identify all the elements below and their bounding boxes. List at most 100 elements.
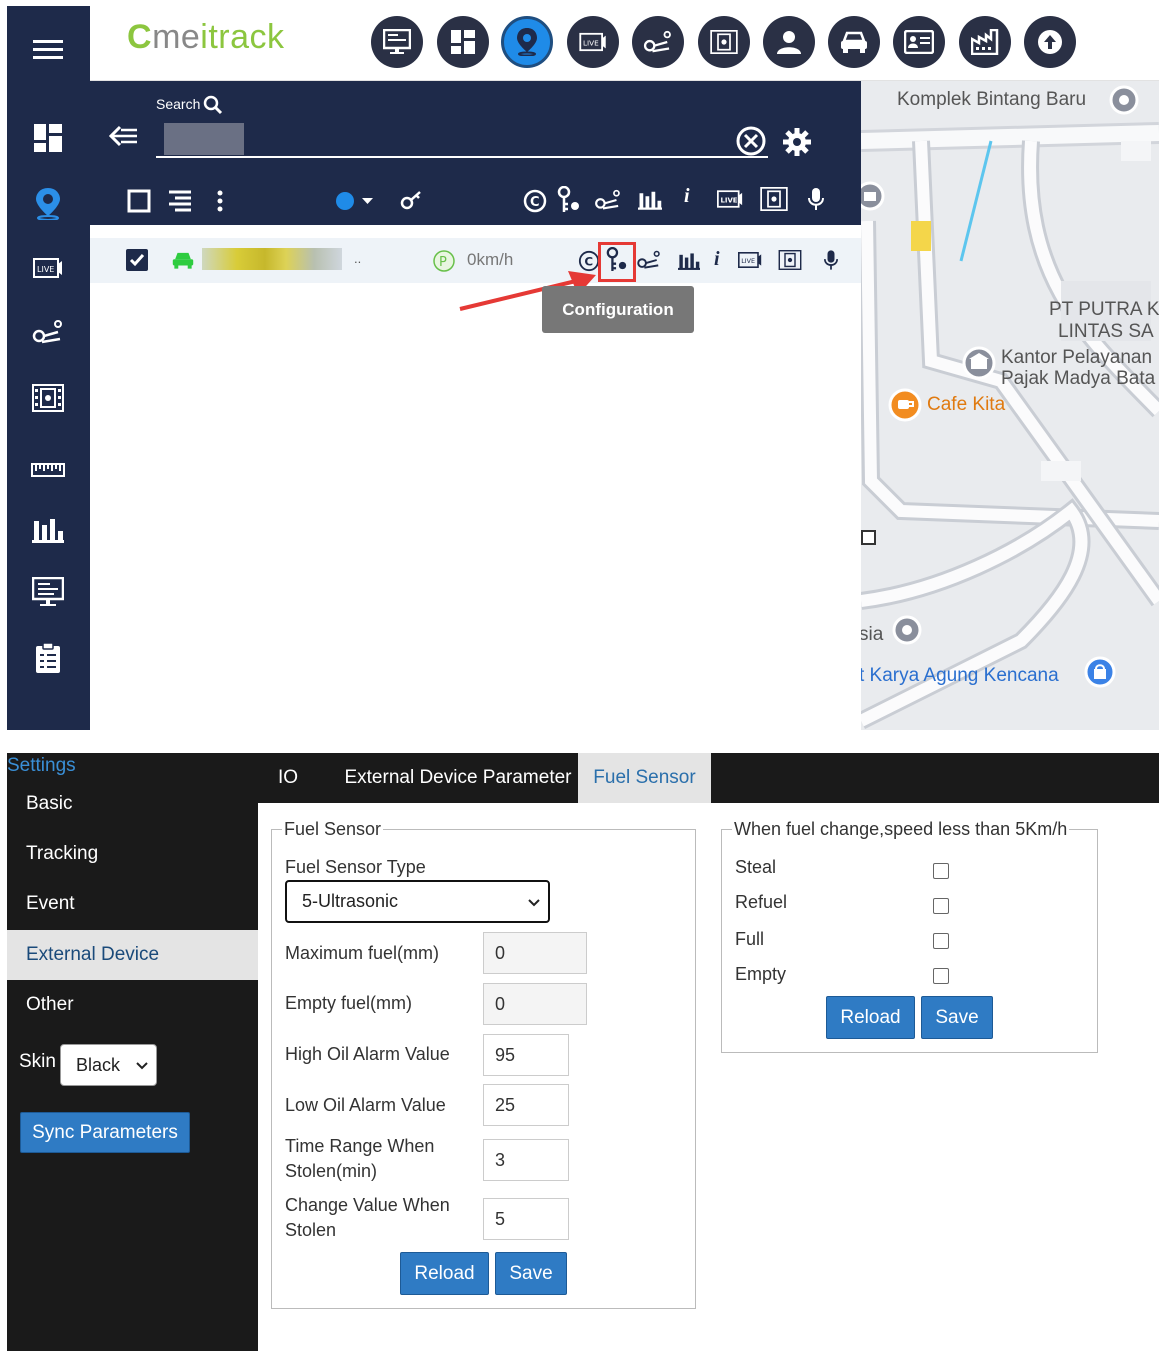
live-video-icon[interactable]: LIVE bbox=[738, 251, 762, 274]
route-icon[interactable] bbox=[632, 16, 684, 68]
fuel-sensor-save-button[interactable]: Save bbox=[495, 1252, 567, 1295]
dashboard-icon[interactable] bbox=[27, 118, 69, 158]
key-icon[interactable] bbox=[400, 189, 424, 217]
fuel-sensor-legend: Fuel Sensor bbox=[284, 819, 382, 839]
device-name-redacted bbox=[202, 248, 342, 270]
bar-chart-icon[interactable] bbox=[638, 189, 662, 217]
map-view[interactable]: Komplek Bintang Baru PT PUTRA K LINTAS S… bbox=[861, 81, 1159, 730]
clear-icon[interactable] bbox=[735, 125, 767, 163]
top-header: Cmeitrack LIVE bbox=[90, 6, 1159, 81]
info-icon[interactable]: i bbox=[714, 248, 720, 271]
time-range-label-line2: Stolen(min) bbox=[285, 1161, 378, 1181]
sidebar-item-basic[interactable]: Basic bbox=[7, 779, 258, 829]
search-underline bbox=[156, 156, 768, 158]
location-pin-icon[interactable] bbox=[27, 184, 69, 224]
map-checkbox[interactable] bbox=[861, 530, 876, 545]
max-fuel-input[interactable] bbox=[483, 932, 587, 974]
bar-chart-icon[interactable] bbox=[27, 510, 69, 550]
search-input[interactable] bbox=[164, 123, 244, 155]
full-checkbox[interactable] bbox=[933, 933, 949, 949]
fuel-change-save-button[interactable]: Save bbox=[921, 996, 993, 1039]
fuel-change-reload-button[interactable]: Reload bbox=[826, 996, 915, 1039]
platform-screenshot: LIVE Cmeitrack LIVE Search C i LIVE .. P… bbox=[7, 6, 1159, 730]
map-label-pt-putra-2: LINTAS SA bbox=[1058, 321, 1154, 342]
map-cafe-icon bbox=[887, 387, 923, 428]
copyright-icon[interactable]: C bbox=[523, 189, 547, 219]
sidebar-item-tracking[interactable]: Tracking bbox=[7, 829, 258, 879]
more-vertical-icon[interactable] bbox=[216, 189, 224, 219]
route-icon[interactable] bbox=[27, 312, 69, 352]
factory-icon[interactable] bbox=[959, 16, 1011, 68]
sidebar-item-other[interactable]: Other bbox=[7, 980, 258, 1030]
empty-fuel-label: Empty fuel(mm) bbox=[285, 993, 413, 1013]
high-oil-alarm-label: High Oil Alarm Value bbox=[285, 1044, 450, 1064]
sidebar-item-external-device[interactable]: External Device bbox=[7, 930, 258, 980]
live-video-icon[interactable]: LIVE bbox=[27, 248, 69, 288]
change-value-input[interactable] bbox=[483, 1198, 569, 1240]
microphone-icon[interactable] bbox=[808, 187, 824, 217]
device-checkbox[interactable] bbox=[126, 249, 148, 276]
fuel-sensor-reload-button[interactable]: Reload bbox=[400, 1252, 489, 1295]
skin-select[interactable]: Black bbox=[60, 1044, 157, 1086]
empty-checkbox[interactable] bbox=[933, 968, 949, 984]
list-icon[interactable] bbox=[167, 189, 193, 219]
route-icon[interactable] bbox=[636, 250, 662, 275]
film-icon[interactable] bbox=[760, 187, 788, 217]
parking-icon: P bbox=[432, 249, 456, 278]
skin-select-value: Black bbox=[76, 1054, 121, 1075]
route-icon[interactable] bbox=[593, 189, 623, 217]
film-icon[interactable] bbox=[778, 250, 802, 275]
microphone-icon[interactable] bbox=[824, 249, 838, 276]
tab-bar: IO External Device Parameter Fuel Sensor bbox=[258, 753, 1159, 803]
collapse-arrow-icon[interactable] bbox=[108, 125, 139, 153]
info-icon[interactable]: i bbox=[684, 185, 690, 208]
change-value-label-line2: Stolen bbox=[285, 1220, 337, 1240]
status-filter-icon[interactable] bbox=[335, 191, 379, 217]
live-video-icon[interactable]: LIVE bbox=[717, 189, 743, 215]
search-icon[interactable] bbox=[203, 95, 223, 120]
settings-sidebar: Settings Basic Tracking Event External D… bbox=[7, 753, 258, 1351]
film-icon[interactable] bbox=[27, 378, 69, 418]
map-label-sia: sia bbox=[861, 624, 884, 645]
map-museum-icon bbox=[861, 181, 885, 216]
refuel-checkbox[interactable] bbox=[933, 898, 949, 914]
monitor-icon[interactable] bbox=[371, 16, 423, 68]
map-pin-icon bbox=[891, 614, 923, 651]
dashboard-icon[interactable] bbox=[437, 16, 489, 68]
map-label-komplek: Komplek Bintang Baru bbox=[897, 89, 1087, 110]
live-video-icon[interactable]: LIVE bbox=[567, 16, 619, 68]
select-all-checkbox-icon[interactable] bbox=[127, 189, 151, 219]
steal-checkbox[interactable] bbox=[933, 863, 949, 879]
film-icon[interactable] bbox=[698, 16, 750, 68]
device-panel: Search C i LIVE bbox=[90, 81, 861, 225]
search-label: Search bbox=[156, 96, 201, 112]
time-range-input[interactable] bbox=[483, 1139, 569, 1181]
sidebar-item-event[interactable]: Event bbox=[7, 879, 258, 929]
meitrack-logo: Cmeitrack bbox=[127, 18, 285, 56]
monitor-icon[interactable] bbox=[27, 572, 69, 612]
location-pin-icon[interactable] bbox=[501, 16, 553, 68]
gear-icon[interactable] bbox=[782, 127, 812, 163]
fuel-sensor-type-label: Fuel Sensor Type bbox=[285, 857, 426, 877]
fuel-sensor-type-select[interactable]: 5-Ultrasonic bbox=[285, 880, 550, 923]
id-card-icon[interactable] bbox=[893, 16, 945, 68]
tab-io[interactable]: IO bbox=[268, 753, 308, 803]
svg-text:LIVE: LIVE bbox=[720, 196, 737, 204]
person-icon[interactable] bbox=[763, 16, 815, 68]
configuration-icon[interactable] bbox=[557, 185, 581, 220]
menu-icon[interactable] bbox=[27, 30, 69, 70]
tab-fuel-sensor[interactable]: Fuel Sensor bbox=[578, 753, 711, 803]
low-oil-alarm-input[interactable] bbox=[483, 1084, 569, 1126]
max-fuel-label: Maximum fuel(mm) bbox=[285, 943, 440, 963]
clipboard-icon[interactable] bbox=[27, 638, 69, 678]
configuration-tooltip: Configuration bbox=[542, 286, 694, 333]
empty-fuel-input[interactable] bbox=[483, 983, 587, 1025]
car-icon[interactable] bbox=[828, 16, 880, 68]
full-label: Full bbox=[735, 929, 765, 949]
sync-parameters-button[interactable]: Sync Parameters bbox=[20, 1112, 190, 1153]
tab-external-device-parameter[interactable]: External Device Parameter bbox=[326, 753, 590, 803]
upload-icon[interactable] bbox=[1024, 16, 1076, 68]
high-oil-alarm-input[interactable] bbox=[483, 1034, 569, 1076]
ruler-icon[interactable] bbox=[27, 448, 69, 488]
bar-chart-icon[interactable] bbox=[678, 251, 700, 276]
